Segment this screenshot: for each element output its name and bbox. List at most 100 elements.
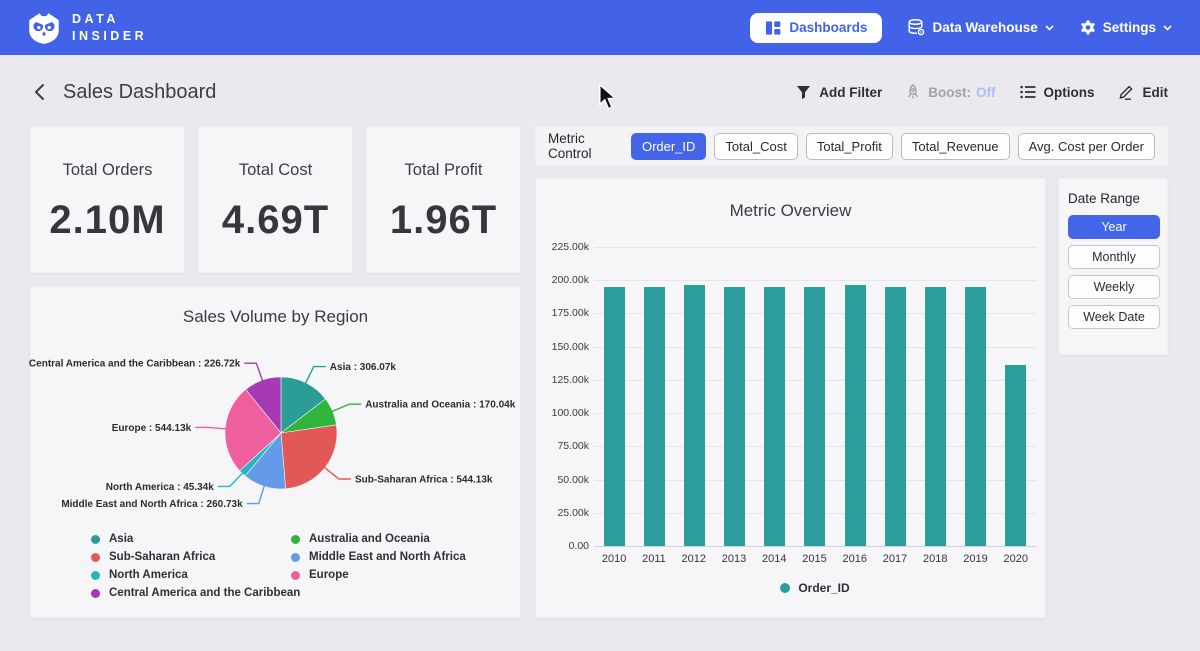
y-axis-tick: 50.00k [551,474,589,486]
metric-control-bar: Metric Control Order_IDTotal_CostTotal_P… [535,126,1168,166]
x-axis-label: 2017 [883,553,907,565]
x-axis-label: 2020 [1004,553,1028,565]
legend-dot [91,571,100,580]
dashboards-label: Dashboards [789,20,867,35]
list-icon [1020,85,1036,99]
pie-leader-line [218,473,243,487]
bar-chart-legend[interactable]: Order_ID [594,581,1036,595]
metric-button-total-cost[interactable]: Total_Cost [714,133,797,160]
settings-menu[interactable]: Settings [1080,20,1172,36]
legend-item-europe[interactable]: Europe [291,569,466,581]
bar-2013[interactable] [724,287,745,546]
y-axis-tick: 25.00k [551,507,589,519]
add-filter-button[interactable]: Add Filter [796,85,882,100]
bar-chart-x-axis: 2010201120122013201420152016201720182019… [594,553,1036,565]
bar-2010[interactable] [604,287,625,547]
bar-2016[interactable] [845,285,866,546]
pie-leader-line [247,486,265,504]
date-range-button-year[interactable]: Year [1068,215,1160,239]
pie-label-sub-saharan-africa: Sub-Saharan Africa : 544.13k [355,475,493,486]
date-range-button-weekly[interactable]: Weekly [1068,275,1160,299]
dashboards-button[interactable]: Dashboards [750,13,882,43]
kpi-card-total-cost: Total Cost 4.69T [198,126,353,273]
metric-button-order-id[interactable]: Order_ID [631,133,706,160]
brand-logo[interactable]: DATA INSIDER [28,11,147,45]
add-filter-label: Add Filter [819,85,882,100]
bar-2015[interactable] [804,287,825,547]
x-axis-label: 2013 [722,553,746,565]
y-axis-tick: 200.00k [551,274,589,286]
options-label: Options [1044,85,1095,100]
metric-button-total-revenue[interactable]: Total_Revenue [901,133,1010,160]
date-range-button-week-date[interactable]: Week Date [1068,305,1160,329]
edit-button[interactable]: Edit [1119,84,1169,100]
top-navbar: DATA INSIDER Dashboards [0,0,1200,55]
legend-item-north-america[interactable]: North America [91,569,291,581]
gridline [594,546,1036,547]
bar-2019[interactable] [965,287,986,547]
back-button[interactable] [32,81,47,103]
legend-item-central-america-and-the-caribbean[interactable]: Central America and the Caribbean [91,587,291,599]
date-range-card: Date Range Year Monthly Weekly Week Date [1058,178,1168,355]
options-button[interactable]: Options [1020,85,1095,100]
legend-dot [780,583,790,593]
kpi-value: 4.69T [199,198,352,243]
legend-dot [291,535,300,544]
bar-2014[interactable] [764,287,785,546]
metric-button-total-profit[interactable]: Total_Profit [806,133,893,160]
x-axis-label: 2016 [843,553,867,565]
settings-label: Settings [1103,20,1156,35]
metric-button-avg-cost-per-order[interactable]: Avg. Cost per Order [1018,133,1155,160]
y-axis-tick: 175.00k [551,307,589,319]
legend-item-middle-east-and-north-africa[interactable]: Middle East and North Africa [291,551,466,563]
bar-2017[interactable] [885,287,906,546]
pencil-icon [1119,84,1135,100]
header-actions: Add Filter Boost: Off Options [796,84,1168,100]
bar-2018[interactable] [925,287,946,547]
date-range-button-monthly[interactable]: Monthly [1068,245,1160,269]
metric-control-buttons: Order_ID Total_Cost Total_Profit Total_Reve… [631,133,1155,160]
bar-2012[interactable] [684,285,705,546]
bars-container [594,247,1036,546]
filter-icon [796,85,811,100]
data-warehouse-menu[interactable]: Data Warehouse [908,19,1053,36]
boost-toggle[interactable]: Boost: Off [906,84,995,100]
legend-item-australia-and-oceania[interactable]: Australia and Oceania [291,533,466,545]
rocket-icon [906,84,920,100]
bar-2011[interactable] [644,287,665,547]
pie-label-asia: Asia : 306.07k [330,362,397,373]
y-axis-tick: 225.00k [551,241,589,253]
database-icon [908,19,925,36]
pie-label-australia-and-oceania: Australia and Oceania : 170.04k [365,400,516,411]
legend-item-sub-saharan-africa[interactable]: Sub-Saharan Africa [91,551,291,563]
page-header: Sales Dashboard Add Filter Boost: Off [0,72,1200,112]
pie-leader-line [324,467,351,479]
bar-2020[interactable] [1005,365,1026,546]
sales-volume-card: Sales Volume by Region Asia : 306.07kAus… [30,286,521,618]
pie-slice-sub-saharan-africa[interactable] [281,425,337,489]
date-range-buttons: Year Monthly Weekly Week Date [1068,215,1158,329]
legend-label: Sub-Saharan Africa [109,551,215,563]
x-axis-label: 2014 [762,553,786,565]
bar-legend-label: Order_ID [798,581,849,595]
date-range-label: Date Range [1068,191,1158,206]
page-title: Sales Dashboard [63,81,216,104]
legend-label: North America [109,569,188,581]
kpi-value: 2.10M [31,198,184,243]
legend-label: Central America and the Caribbean [109,587,300,599]
kpi-label: Total Profit [367,161,520,180]
legend-item-asia[interactable]: Asia [91,533,291,545]
x-axis-label: 2012 [682,553,706,565]
legend-label: Middle East and North Africa [309,551,466,563]
dashboard-grid-icon [765,20,781,36]
kpi-card-total-orders: Total Orders 2.10M [30,126,185,273]
pie-legend-column: Asia Sub-Saharan Africa North America Centr… [91,533,291,599]
pie-legend-column: Australia and Oceania Middle East and Nor… [291,533,466,599]
x-axis-label: 2018 [923,553,947,565]
y-axis-tick: 75.00k [551,440,589,452]
kpi-label: Total Cost [199,161,352,180]
legend-dot [91,553,100,562]
chevron-down-icon [1045,25,1054,31]
gear-icon [1080,20,1096,36]
metric-overview-card: Metric Overview 225.00k200.00k175.00k150… [535,178,1046,618]
